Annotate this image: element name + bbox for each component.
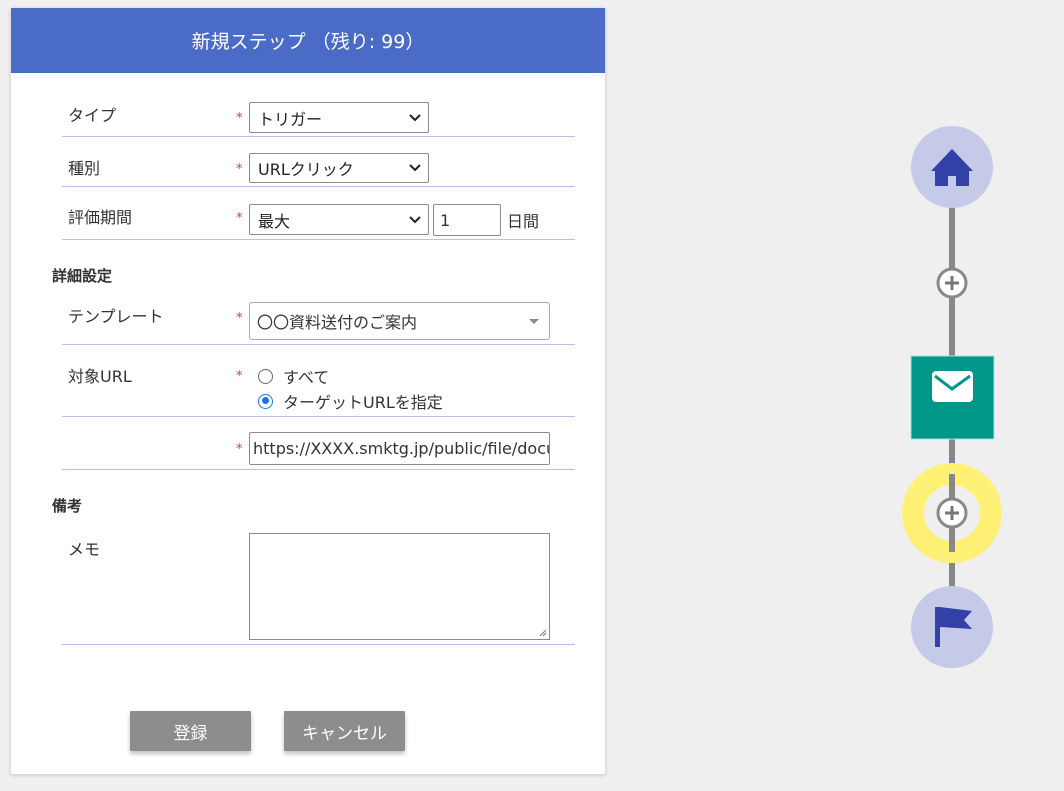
target-url-input[interactable]: https://XXXX.smktg.jp/public/file/docur [249,432,550,465]
target-url-row: 対象URL * すべて ターゲットURLを指定 [62,345,575,417]
memo-textarea[interactable] [249,533,550,640]
radio-specify-url-label: ターゲットURLを指定 [283,393,443,412]
add-step-button[interactable] [936,267,968,299]
period-number-value: 1 [440,210,451,230]
template-combobox[interactable]: 〇〇資料送付のご案内 [249,302,550,340]
target-url-label: 対象URL [68,367,132,386]
type-select-value: トリガー [258,109,323,129]
radio-all[interactable]: すべて [258,364,329,388]
template-label: テンプレート [68,307,164,326]
resize-grip-icon[interactable] [537,627,547,637]
mail-icon [932,371,973,402]
period-unit: 日間 [507,212,540,231]
required-mark: * [236,111,243,126]
type-label: タイプ [68,106,117,125]
target-url-value: https://XXXX.smktg.jp/public/file/docur [253,439,550,458]
required-mark: * [236,369,243,384]
type-row: タイプ * トリガー [62,92,575,137]
goal-node[interactable] [911,586,993,668]
details-section-title: 詳細設定 [52,267,113,285]
url-input-row: * https://XXXX.smktg.jp/public/file/docu… [62,417,575,470]
required-mark: * [236,162,243,177]
type-select[interactable]: トリガー [249,102,429,133]
chevron-down-icon [409,113,421,121]
memo-label: メモ [68,540,101,559]
radio-specify-url[interactable]: ターゲットURLを指定 [258,389,443,413]
required-mark: * [236,311,243,326]
kind-label: 種別 [68,159,101,178]
email-step-node[interactable] [910,355,995,440]
notes-section-title: 備考 [52,497,83,515]
dialog-title: 新規ステップ （残り: 99） [11,8,605,73]
radio-circle [258,368,273,384]
period-label: 評価期間 [68,208,133,227]
period-number-input[interactable]: 1 [433,204,501,236]
register-button[interactable]: 登録 [130,711,251,751]
chevron-down-icon [409,215,421,223]
chevron-down-icon [409,164,421,172]
caret-down-icon [529,319,539,324]
kind-select[interactable]: URLクリック [249,153,429,183]
add-step-button-highlighted[interactable] [902,463,1002,563]
cancel-button[interactable]: キャンセル [284,711,405,751]
new-step-dialog: 新規ステップ （残り: 99） タイプ * トリガー 種別 * URLクリック … [11,8,605,774]
radio-circle [258,393,273,409]
template-value: 〇〇資料送付のご案内 [257,313,418,332]
memo-row: メモ [62,521,575,645]
required-mark: * [236,211,243,226]
template-row: テンプレート * 〇〇資料送付のご案内 [62,291,575,345]
period-row: 評価期間 * 最大 1 日間 [62,187,575,240]
required-mark: * [236,442,243,457]
home-node[interactable] [911,126,993,208]
radio-all-label: すべて [283,368,330,387]
kind-select-value: URLクリック [258,160,354,179]
period-select[interactable]: 最大 [249,204,429,235]
period-select-value: 最大 [258,211,291,231]
kind-row: 種別 * URLクリック [62,137,575,187]
